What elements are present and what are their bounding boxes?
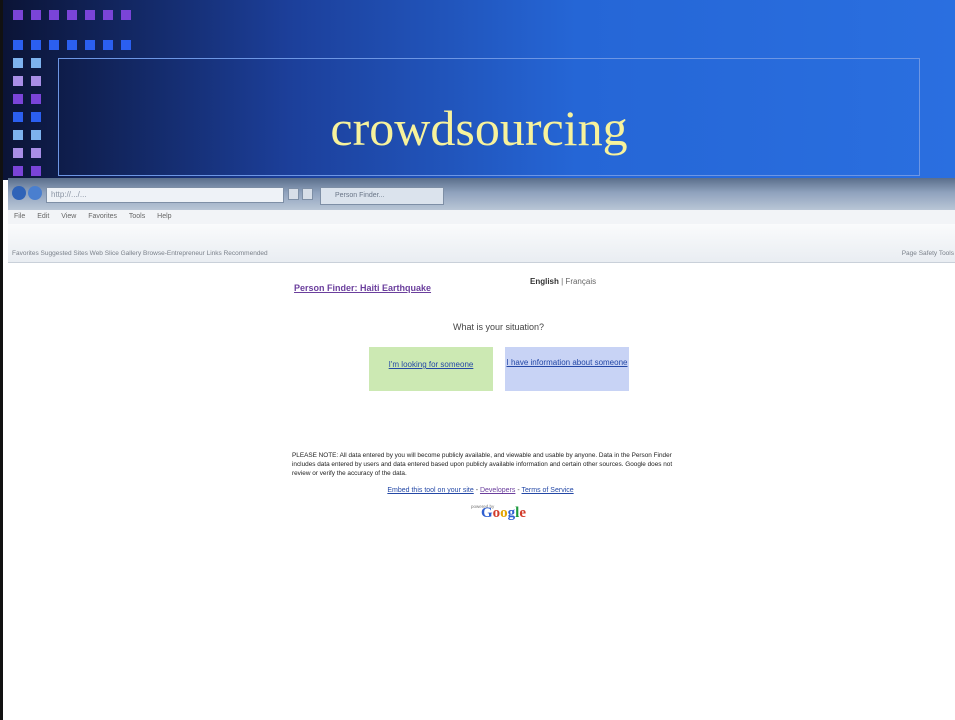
looking-for-someone-button[interactable]: I'm looking for someone bbox=[369, 347, 493, 391]
situation-question: What is your situation? bbox=[453, 322, 545, 332]
developers-link[interactable]: Developers bbox=[480, 487, 515, 494]
menu-file[interactable]: File bbox=[14, 213, 25, 220]
browser-menu-bar: File Edit View Favorites Tools Help bbox=[8, 210, 955, 224]
command-bar[interactable]: Page Safety Tools bbox=[902, 250, 954, 257]
language-option[interactable]: | Français bbox=[561, 277, 596, 286]
menu-view[interactable]: View bbox=[61, 213, 76, 220]
browser-tab[interactable]: Person Finder... bbox=[320, 187, 444, 205]
browser-title-bar: http://.../... Person Finder... bbox=[8, 178, 955, 210]
back-icon[interactable] bbox=[12, 186, 26, 200]
footer-links: Embed this tool on your site - Developer… bbox=[3, 487, 955, 494]
privacy-notice: PLEASE NOTE: All data entered by you wil… bbox=[292, 452, 673, 477]
person-finder-title-link[interactable]: Person Finder: Haiti Earthquake bbox=[294, 283, 431, 293]
menu-edit[interactable]: Edit bbox=[37, 213, 49, 220]
forward-icon[interactable] bbox=[28, 186, 42, 200]
google-logo: Google bbox=[481, 505, 527, 521]
favorites-links[interactable]: Favorites Suggested Sites Web Slice Gall… bbox=[12, 250, 268, 257]
menu-tools[interactable]: Tools bbox=[129, 213, 145, 220]
slide: crowdsourcing http://.../... Person Find… bbox=[0, 0, 955, 720]
slide-title: crowdsourcing bbox=[330, 100, 628, 156]
language-selector: English | Français bbox=[530, 277, 596, 286]
menu-help[interactable]: Help bbox=[157, 213, 171, 220]
menu-favorites[interactable]: Favorites bbox=[88, 213, 117, 220]
language-current: English bbox=[530, 277, 559, 286]
address-bar[interactable]: http://.../... bbox=[46, 187, 284, 203]
terms-of-service-link[interactable]: Terms of Service bbox=[522, 487, 574, 494]
refresh-icon[interactable] bbox=[288, 188, 299, 200]
favorites-bar: Favorites Suggested Sites Web Slice Gall… bbox=[8, 224, 955, 263]
have-information-button[interactable]: I have information about someone bbox=[505, 347, 629, 391]
stop-icon[interactable] bbox=[302, 188, 313, 200]
embed-tool-link[interactable]: Embed this tool on your site bbox=[387, 487, 473, 494]
